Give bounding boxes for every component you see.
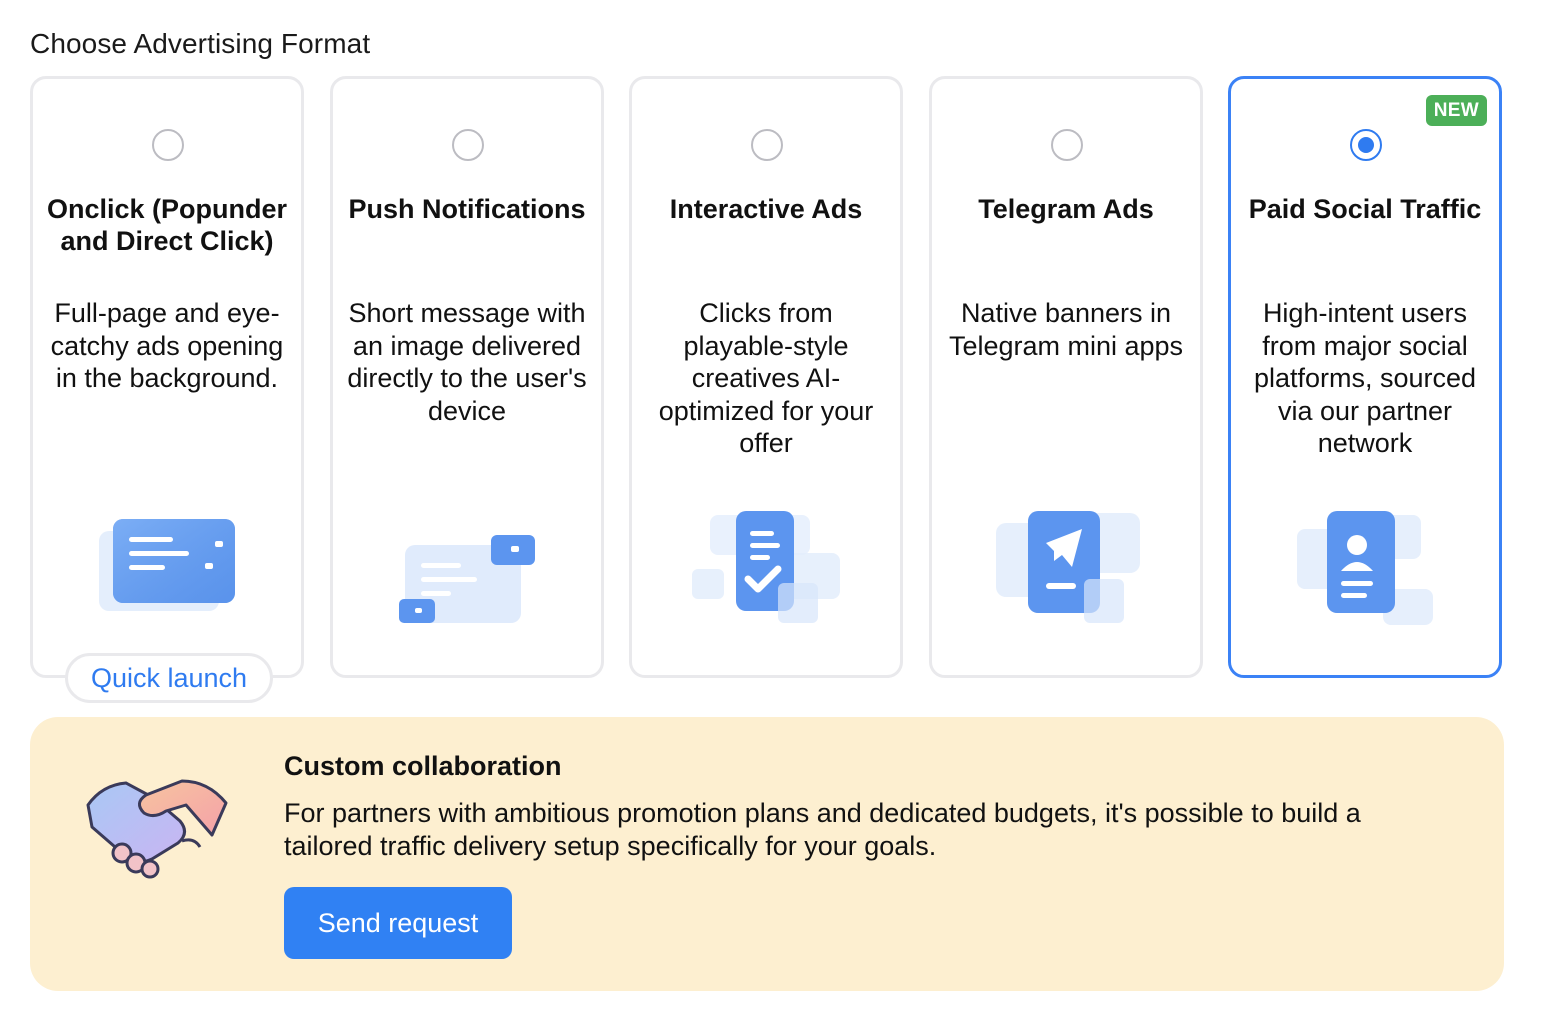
format-radio-push[interactable] <box>452 129 484 161</box>
new-badge: NEW <box>1425 95 1487 126</box>
format-radio-onclick[interactable] <box>152 129 184 161</box>
format-description: Native banners in Telegram mini apps <box>948 298 1184 361</box>
format-card-telegram[interactable]: Telegram Ads Native banners in Telegram … <box>929 76 1203 678</box>
format-description: High-intent users from major social plat… <box>1253 298 1477 458</box>
format-radio-interactive[interactable] <box>751 129 783 161</box>
push-message-icon <box>399 535 535 623</box>
format-title: Telegram Ads <box>978 194 1154 224</box>
format-card-paid-social[interactable]: NEW Paid Social Traffic High-intent user… <box>1228 76 1502 678</box>
collab-description: For partners with ambitious promotion pl… <box>284 798 1361 861</box>
format-card-onclick[interactable]: Onclick (Popunder and Direct Click) Full… <box>30 76 304 703</box>
browser-window-icon <box>99 519 235 611</box>
format-description: Short message with an image delivered di… <box>347 298 587 426</box>
handshake-icon <box>86 779 228 879</box>
send-request-button[interactable]: Send request <box>284 887 512 959</box>
format-title: Paid Social Traffic <box>1248 194 1482 224</box>
format-radio-paid-social[interactable] <box>1350 129 1382 161</box>
format-title: Interactive Ads <box>669 194 863 224</box>
format-card-interactive[interactable]: Interactive Ads Clicks from playable-sty… <box>629 76 903 678</box>
format-description: Clicks from playable-style creatives AI-… <box>658 298 874 458</box>
format-card-push[interactable]: Push Notifications Short message with an… <box>330 76 604 678</box>
section-title: Choose Advertising Format <box>30 28 371 59</box>
format-radio-telegram[interactable] <box>1051 129 1083 161</box>
profile-card-icon <box>1297 511 1433 625</box>
custom-collaboration-panel: Custom collaboration For partners with a… <box>30 717 1504 991</box>
quick-launch-button[interactable]: Quick launch <box>65 653 273 703</box>
format-cards: Onclick (Popunder and Direct Click) Full… <box>30 76 1504 703</box>
format-title: Onclick (Popunder and Direct Click) <box>46 194 288 256</box>
checklist-icon <box>692 511 840 623</box>
format-description: Full-page and eye-catchy ads opening in … <box>50 298 284 393</box>
format-title: Push Notifications <box>348 194 586 224</box>
telegram-plane-icon <box>996 511 1140 623</box>
collab-title: Custom collaboration <box>284 751 562 781</box>
